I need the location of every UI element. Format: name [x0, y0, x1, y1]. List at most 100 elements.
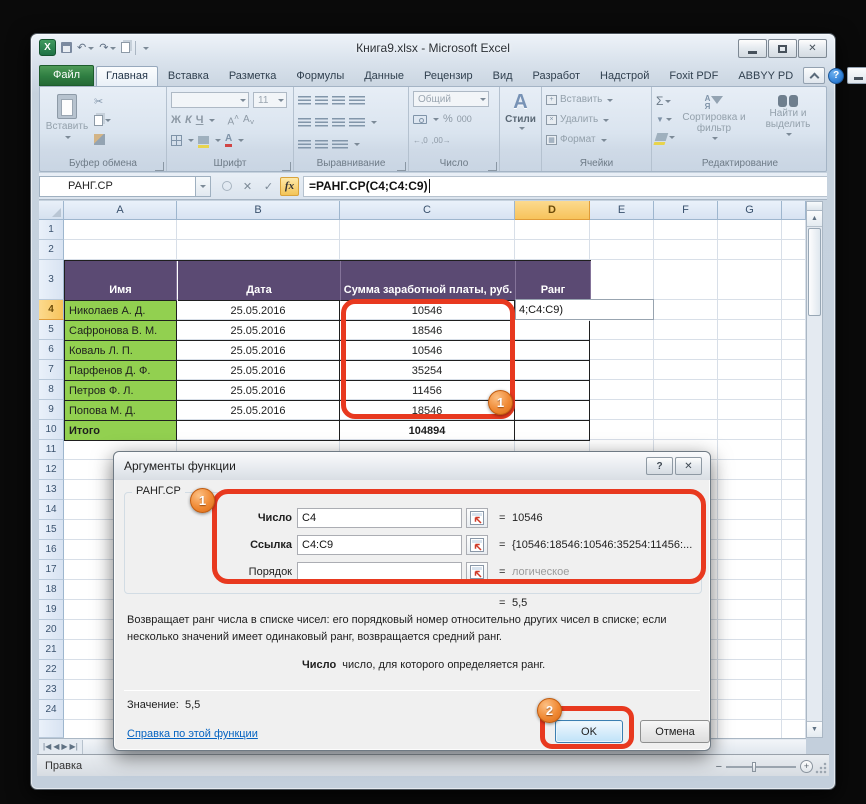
row-header-stub[interactable]	[39, 720, 64, 738]
align-left-icon[interactable]	[298, 118, 311, 127]
row-header-3[interactable]: 3	[39, 260, 64, 300]
row-header-24[interactable]: 24	[39, 700, 64, 720]
row-header-13[interactable]: 13	[39, 480, 64, 500]
name-box-dropdown[interactable]	[196, 176, 211, 197]
row-header-20[interactable]: 20	[39, 620, 64, 640]
cell-date[interactable]: 25.05.2016	[177, 401, 340, 421]
column-header-F[interactable]: F	[654, 201, 718, 220]
workbook-minimize-button[interactable]	[847, 67, 866, 84]
editing-cell-d4[interactable]: 4;C4:C9)	[515, 299, 654, 320]
first-sheet-button[interactable]: |◀	[43, 742, 51, 751]
merge-center-icon[interactable]	[349, 118, 365, 127]
column-header-A[interactable]: A	[64, 201, 177, 220]
find-select-button[interactable]: Найти и выделить	[753, 91, 823, 157]
row-header-4[interactable]: 4	[39, 300, 64, 320]
format-cells-button[interactable]: ▦Формат	[546, 131, 647, 148]
cell-rank[interactable]	[515, 381, 590, 401]
row-header-18[interactable]: 18	[39, 580, 64, 600]
function-help-link[interactable]: Справка по этой функции	[127, 728, 258, 740]
column-header-C[interactable]: C	[340, 201, 515, 220]
cell-name[interactable]: Сафронова В. М.	[65, 321, 177, 341]
name-box[interactable]: РАНГ.СР	[39, 176, 196, 197]
tab-4[interactable]: Разметка	[219, 66, 287, 86]
cell-total-sum[interactable]: 104894	[340, 421, 515, 441]
tab-1[interactable]: Файл	[39, 65, 94, 86]
align-bottom-icon[interactable]	[332, 96, 345, 105]
tab-10[interactable]: Надстрой	[590, 66, 659, 86]
vertical-scrollbar[interactable]: ▲ ▼	[806, 201, 823, 738]
table-header-cell[interactable]: Дата	[178, 261, 341, 301]
formula-input[interactable]: =РАНГ.СР(C4;C4:C9)	[303, 176, 827, 197]
align-center-icon[interactable]	[315, 118, 328, 127]
row-header-10[interactable]: 10	[39, 420, 64, 440]
number-format-select[interactable]: Общий	[413, 91, 489, 107]
cell-date[interactable]: 25.05.2016	[177, 301, 340, 321]
minimize-button[interactable]	[738, 39, 767, 58]
align-right-icon[interactable]	[332, 118, 345, 127]
cell-rank[interactable]	[515, 361, 590, 381]
cell-date[interactable]: 25.05.2016	[177, 341, 340, 361]
row-header-17[interactable]: 17	[39, 560, 64, 580]
dialog-title-bar[interactable]: Аргументы функции ? ✕	[114, 452, 710, 480]
column-header-D[interactable]: D	[515, 201, 590, 220]
last-sheet-button[interactable]: ▶|	[70, 742, 78, 751]
autosum-button[interactable]: Σ	[656, 93, 675, 109]
currency-format-icon[interactable]	[413, 115, 427, 124]
tab-5[interactable]: Формулы	[286, 66, 354, 86]
zoom-slider[interactable]	[726, 766, 796, 768]
row-header-8[interactable]: 8	[39, 380, 64, 400]
dialog-help-button[interactable]: ?	[646, 457, 673, 475]
italic-button[interactable]: К	[185, 114, 192, 126]
resize-grip[interactable]	[815, 762, 827, 774]
format-painter-button[interactable]	[94, 131, 111, 147]
cell-name[interactable]: Петров Ф. Л.	[65, 381, 177, 401]
comma-format-button[interactable]: 000	[457, 114, 472, 124]
enter-entry-button[interactable]: ✓	[259, 177, 278, 196]
percent-format-button[interactable]: %	[443, 113, 453, 125]
cell-date[interactable]: 25.05.2016	[177, 361, 340, 381]
dialog-launcher-icon[interactable]	[155, 162, 164, 171]
cell-d10[interactable]	[515, 421, 590, 441]
cell-name[interactable]: Коваль Л. П.	[65, 341, 177, 361]
row-header-5[interactable]: 5	[39, 320, 64, 340]
scroll-down-arrow[interactable]: ▼	[807, 721, 822, 737]
sort-filter-button[interactable]: АЯ Сортировка и фильтр	[679, 91, 749, 157]
decrease-decimal-icon[interactable]: ,00→	[432, 136, 451, 145]
tab-11[interactable]: Foxit PDF	[659, 66, 728, 86]
row-header-1[interactable]: 1	[39, 220, 64, 240]
row-header-22[interactable]: 22	[39, 660, 64, 680]
insert-function-button[interactable]: fx	[280, 177, 299, 196]
row-header-12[interactable]: 12	[39, 460, 64, 480]
row-header-14[interactable]: 14	[39, 500, 64, 520]
row-header-9[interactable]: 9	[39, 400, 64, 420]
tab-6[interactable]: Данные	[354, 66, 414, 86]
increase-indent-icon[interactable]	[315, 140, 328, 149]
dialog-launcher-icon[interactable]	[488, 162, 497, 171]
row-header-21[interactable]: 21	[39, 640, 64, 660]
cancel-entry-button[interactable]: ✕	[238, 177, 257, 196]
decrease-indent-icon[interactable]	[298, 140, 311, 149]
table-header-cell[interactable]: Имя	[65, 261, 177, 301]
scroll-up-arrow[interactable]: ▲	[807, 211, 822, 227]
restore-button[interactable]	[768, 39, 797, 58]
tab-2[interactable]: Главная	[96, 66, 158, 86]
help-button[interactable]: ?	[828, 68, 844, 84]
align-middle-icon[interactable]	[315, 96, 328, 105]
split-handle[interactable]	[807, 202, 822, 211]
cell-b10[interactable]	[177, 421, 340, 441]
cell-date[interactable]: 25.05.2016	[177, 321, 340, 341]
zoom-slider-knob[interactable]	[752, 762, 756, 772]
fill-button[interactable]: ▼	[656, 111, 675, 127]
select-all-corner[interactable]	[39, 201, 64, 220]
dialog-launcher-icon[interactable]	[282, 162, 291, 171]
row-header-2[interactable]: 2	[39, 240, 64, 260]
borders-icon[interactable]	[171, 135, 182, 146]
cell-date[interactable]: 25.05.2016	[177, 381, 340, 401]
fill-color-icon[interactable]	[198, 136, 209, 144]
clear-button[interactable]	[656, 129, 675, 145]
dialog-launcher-icon[interactable]	[397, 162, 406, 171]
wrap-text-icon[interactable]	[332, 140, 348, 149]
bold-button[interactable]: Ж	[171, 114, 181, 126]
column-header-B[interactable]: B	[177, 201, 340, 220]
vertical-scroll-thumb[interactable]	[808, 228, 821, 316]
